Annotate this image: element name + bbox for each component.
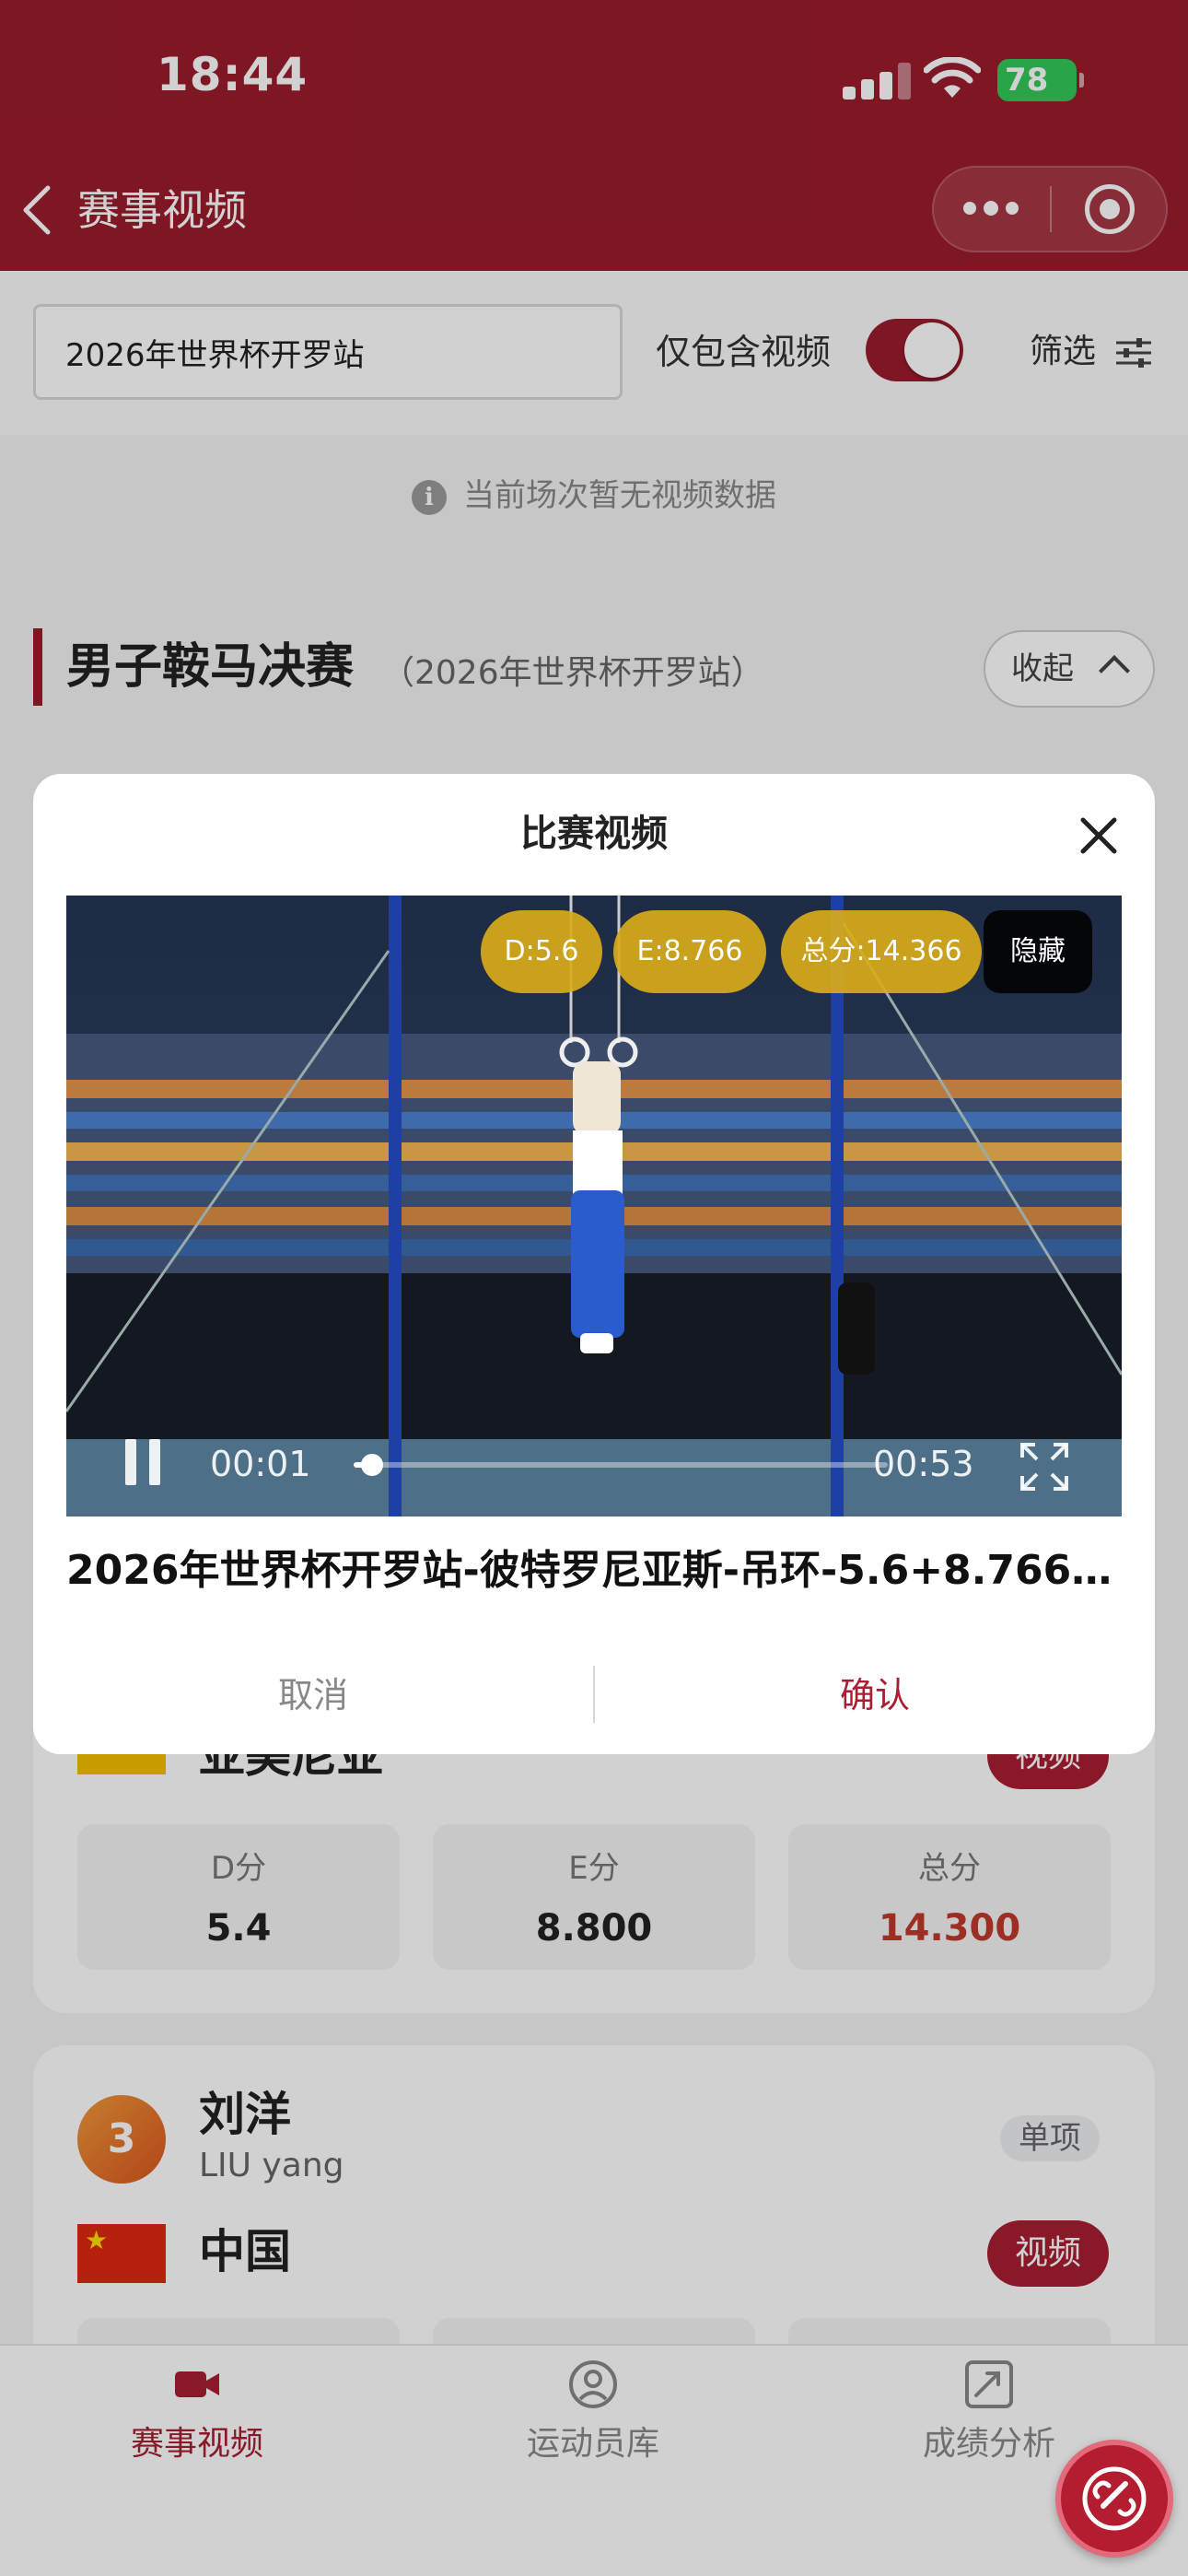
video-title: 2026年世界杯开罗站-彼特罗尼亚斯-吊环-5.6+8.766=14.366: [66, 1547, 1122, 1594]
video-player[interactable]: D:5.6 E:8.766 总分:14.366 隐藏 00:01 00:53: [66, 896, 1122, 1516]
close-icon[interactable]: [1076, 813, 1122, 859]
progress-knob[interactable]: [360, 1454, 383, 1476]
confirm-button[interactable]: 确认: [595, 1658, 1155, 1732]
total-time: 00:53: [873, 1444, 974, 1484]
cancel-button[interactable]: 取消: [33, 1658, 593, 1732]
total-score-pill: 总分:14.366: [781, 910, 982, 993]
e-score-pill: E:8.766: [613, 910, 766, 993]
modal-title: 比赛视频: [520, 813, 668, 855]
d-score-pill: D:5.6: [481, 910, 602, 993]
video-frame: [66, 896, 1122, 1516]
pause-icon[interactable]: [125, 1439, 162, 1485]
hide-scores-button[interactable]: 隐藏: [984, 910, 1092, 993]
link-icon: [1082, 2466, 1147, 2531]
video-progress-slider[interactable]: [354, 1448, 888, 1481]
floating-link-button[interactable]: [1055, 2440, 1173, 2558]
fullscreen-icon[interactable]: [1019, 1441, 1070, 1493]
progress-track: [354, 1462, 888, 1468]
current-time: 00:01: [210, 1444, 311, 1484]
